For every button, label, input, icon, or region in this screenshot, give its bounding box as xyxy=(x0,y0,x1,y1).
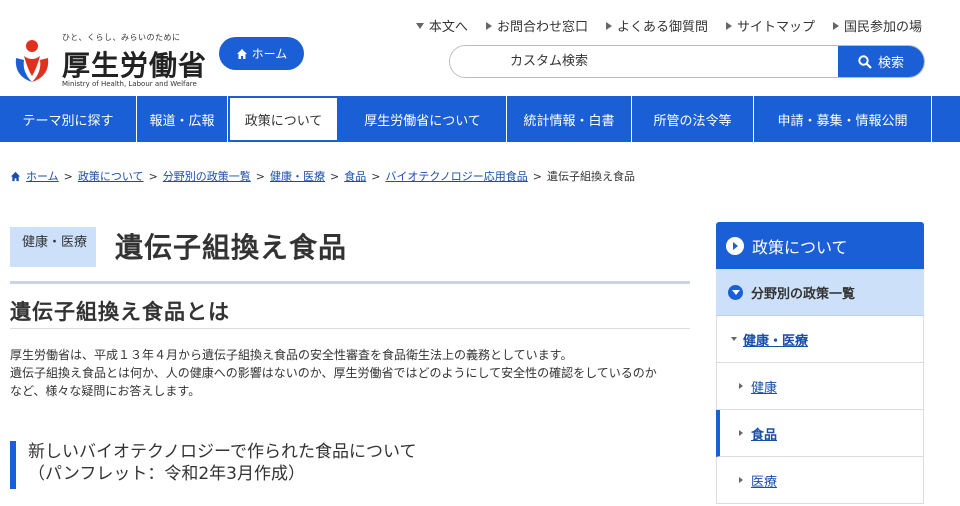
search-button-label: 検索 xyxy=(877,55,904,70)
logo-name: 厚生労働省 xyxy=(62,49,208,82)
gnav-item-applications[interactable]: 申請・募集・情報公開 xyxy=(754,96,932,142)
util-link-sitemap[interactable]: サイトマップ xyxy=(725,16,815,35)
breadcrumb-link-biotech[interactable]: バイオテクノロジー応用食品 xyxy=(385,168,527,184)
triangle-down-icon xyxy=(415,22,424,29)
triangle-right-icon xyxy=(832,21,839,30)
util-link-label: お問合わせ窓口 xyxy=(496,20,588,35)
util-link-faq[interactable]: よくある御質問 xyxy=(605,16,708,35)
logo-mark-icon xyxy=(15,40,49,82)
page-title: 遺伝子組換え食品 xyxy=(115,231,348,264)
triangle-right-icon xyxy=(739,430,743,436)
breadcrumb-separator: > xyxy=(532,169,542,183)
gnav-item-statistics[interactable]: 統計情報・白書 xyxy=(507,96,632,142)
search-bar: 検索 xyxy=(449,45,925,78)
circle-arrow-down-icon xyxy=(728,284,743,300)
breadcrumb: ホーム > 政策について > 分野別の政策一覧 > 健康・医療 > 食品 > バ… xyxy=(10,168,635,184)
pamphlet-heading-line: （パンフレット：令和2年3月作成） xyxy=(28,464,305,484)
util-link-label: 国民参加の場 xyxy=(843,20,922,35)
gnav-item-press[interactable]: 報道・広報 xyxy=(137,96,228,142)
sidebar-nav: 政策について 分野別の政策一覧 健康・医療 健康 食品 医療 xyxy=(716,222,924,504)
sidebar-item-label[interactable]: 医療 xyxy=(751,471,777,490)
paragraph-line: 遺伝子組換え食品とは何か、人の健康への影響はないのか、厚生労働省ではどのようにし… xyxy=(10,366,657,380)
sidebar-item-health-medical[interactable]: 健康・医療 xyxy=(716,316,924,363)
category-tag: 健康・医療 xyxy=(10,227,96,267)
gnav-item-themes[interactable]: テーマ別に探す xyxy=(0,96,137,142)
triangle-right-icon xyxy=(739,477,743,483)
breadcrumb-separator: > xyxy=(148,169,158,183)
util-link-contact[interactable]: お問合わせ窓口 xyxy=(485,16,588,35)
home-button-label: ホーム xyxy=(251,47,288,61)
sidebar-subheading[interactable]: 分野別の政策一覧 xyxy=(716,269,924,316)
paragraph-line: など、様々な疑問にお答えします。 xyxy=(10,384,201,398)
sidebar-item-label[interactable]: 食品 xyxy=(751,424,777,443)
gnav-item-about[interactable]: 厚生労働省について xyxy=(339,96,507,142)
util-link-label: サイトマップ xyxy=(736,20,815,35)
gnav-item-laws[interactable]: 所管の法令等 xyxy=(632,96,754,142)
site-header: ひと、くらし、みらいのために 厚生労働省 Ministry of Health,… xyxy=(0,0,960,96)
util-link-label: よくある御質問 xyxy=(616,20,708,35)
breadcrumb-separator: > xyxy=(371,169,381,183)
triangle-right-icon xyxy=(739,383,743,389)
breadcrumb-link-policy-list[interactable]: 分野別の政策一覧 xyxy=(163,168,251,184)
search-button[interactable]: 検索 xyxy=(838,46,924,77)
search-icon xyxy=(858,54,872,69)
site-logo[interactable]: ひと、くらし、みらいのために 厚生労働省 Ministry of Health,… xyxy=(10,22,210,94)
house-icon xyxy=(10,171,21,181)
gnav-item-policy[interactable]: 政策について xyxy=(228,96,339,142)
triangle-right-icon xyxy=(485,21,492,30)
sidebar-heading[interactable]: 政策について xyxy=(716,222,924,269)
sidebar-item-label[interactable]: 健康 xyxy=(751,377,777,396)
section-heading: 遺伝子組換え食品とは xyxy=(10,300,230,324)
paragraph-line: 厚生労働省は、平成１３年４月から遺伝子組換え食品の安全性審査を食品衛生法上の義務… xyxy=(10,348,573,362)
section-divider xyxy=(10,328,690,329)
home-button[interactable]: ホーム xyxy=(219,37,304,70)
triangle-right-icon xyxy=(725,21,732,30)
sidebar-item-medical[interactable]: 医療 xyxy=(716,457,924,504)
circle-arrow-right-icon xyxy=(726,236,744,255)
gnav-spacer xyxy=(932,96,960,142)
search-input[interactable] xyxy=(450,46,840,77)
pamphlet-heading-line: 新しいバイオテクノロジーで作られた食品について xyxy=(28,442,417,462)
global-nav: テーマ別に探す 報道・広報 政策について 厚生労働省について 統計情報・白書 所… xyxy=(0,96,960,142)
sidebar-item-health[interactable]: 健康 xyxy=(716,363,924,410)
breadcrumb-separator: > xyxy=(255,169,265,183)
title-divider xyxy=(10,281,690,284)
breadcrumb-separator: > xyxy=(330,169,340,183)
sidebar-item-label[interactable]: 健康・医療 xyxy=(743,330,808,349)
breadcrumb-link-health[interactable]: 健康・医療 xyxy=(270,168,325,184)
pamphlet-heading: 新しいバイオテクノロジーで作られた食品について （パンフレット：令和2年3月作成… xyxy=(10,441,690,489)
logo-english-name: Ministry of Health, Labour and Welfare xyxy=(62,80,197,88)
breadcrumb-current: 遺伝子組換え食品 xyxy=(547,170,635,183)
breadcrumb-link-policy[interactable]: 政策について xyxy=(78,168,144,184)
util-link-label: 本文へ xyxy=(428,20,468,35)
sidebar-heading-label: 政策について xyxy=(752,237,848,257)
util-link-skip-to-content[interactable]: 本文へ xyxy=(415,16,468,35)
triangle-right-icon xyxy=(605,21,612,30)
triangle-down-icon xyxy=(731,337,737,341)
logo-tagline: ひと、くらし、みらいのために xyxy=(62,33,181,42)
sidebar-item-food[interactable]: 食品 xyxy=(716,410,924,457)
sidebar-subheading-label: 分野別の政策一覧 xyxy=(751,286,856,302)
intro-text: 厚生労働省は、平成１３年４月から遺伝子組換え食品の安全性審査を食品衛生法上の義務… xyxy=(10,346,690,400)
utility-links: 本文へ お問合わせ窓口 よくある御質問 サイトマップ 国民参加の場 xyxy=(415,16,922,35)
breadcrumb-link-home[interactable]: ホーム xyxy=(26,168,59,184)
house-icon xyxy=(236,48,247,59)
util-link-participation[interactable]: 国民参加の場 xyxy=(832,16,922,35)
breadcrumb-separator: > xyxy=(63,169,73,183)
breadcrumb-link-food[interactable]: 食品 xyxy=(344,168,366,184)
